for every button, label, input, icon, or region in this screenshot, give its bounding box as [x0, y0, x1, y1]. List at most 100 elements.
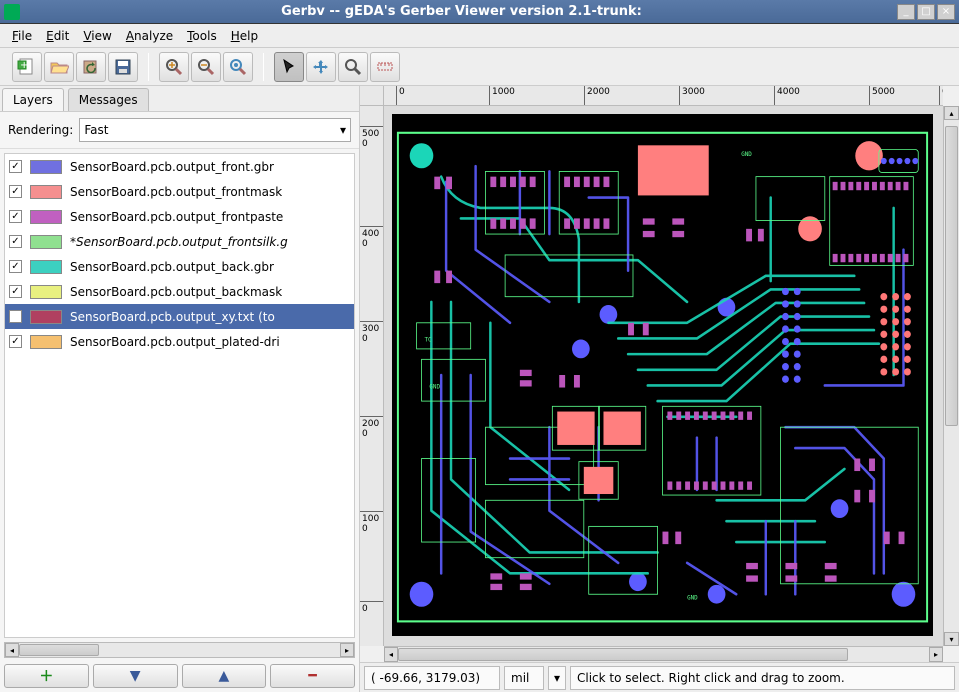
svg-text:GND: GND — [741, 151, 752, 158]
save-button[interactable] — [108, 52, 138, 82]
layer-checkbox[interactable]: ✓ — [9, 235, 22, 248]
rendering-value: Fast — [84, 123, 108, 137]
horizontal-scrollbar[interactable]: ◂ ▸ — [384, 646, 943, 662]
layer-checkbox[interactable]: ✓ — [9, 335, 22, 348]
scroll-right-arrow[interactable]: ▸ — [929, 647, 943, 662]
layer-down-button[interactable]: ▼ — [93, 664, 178, 688]
menu-file[interactable]: File — [6, 26, 38, 46]
layer-color-swatch[interactable] — [30, 210, 62, 224]
new-button[interactable]: + — [12, 52, 42, 82]
measure-icon — [375, 57, 395, 77]
revert-button[interactable] — [76, 52, 106, 82]
layer-color-swatch[interactable] — [30, 160, 62, 174]
zoom-icon — [343, 57, 363, 77]
canvas[interactable]: GND GND GND TC — [384, 106, 943, 646]
vertical-scrollbar[interactable]: ▴ ▾ — [943, 106, 959, 646]
layer-row[interactable]: ✓ SensorBoard.pcb.output_backmask — [5, 279, 354, 304]
menu-edit[interactable]: Edit — [40, 26, 75, 46]
layer-name-label: *SensorBoard.pcb.output_frontsilk.g — [70, 235, 288, 249]
menubar: File Edit View Analyze Tools Help — [0, 24, 959, 48]
layer-color-swatch[interactable] — [30, 260, 62, 274]
scroll-right-arrow[interactable]: ▸ — [340, 643, 354, 657]
layer-color-swatch[interactable] — [30, 185, 62, 199]
layer-checkbox[interactable]: ✓ — [9, 210, 22, 223]
vertical-ruler: 500040003000200010000 — [360, 106, 384, 646]
layer-color-swatch[interactable] — [30, 335, 62, 349]
layer-row[interactable]: SensorBoard.pcb.output_xy.txt (to — [5, 304, 354, 329]
zoom-fit-button[interactable] — [223, 52, 253, 82]
horizontal-ruler: 01000200030004000500060 — [384, 86, 943, 106]
layer-name-label: SensorBoard.pcb.output_frontmask — [70, 185, 282, 199]
layer-color-swatch[interactable] — [30, 235, 62, 249]
menu-help[interactable]: Help — [225, 26, 264, 46]
tab-layers[interactable]: Layers — [2, 88, 64, 111]
layer-list[interactable]: ✓ SensorBoard.pcb.output_front.gbr ✓ Sensor… — [4, 153, 355, 638]
measure-tool-button[interactable] — [370, 52, 400, 82]
layer-name-label: SensorBoard.pcb.output_plated-dri — [70, 335, 280, 349]
unit-dropdown[interactable]: ▾ — [548, 666, 566, 690]
menu-analyze[interactable]: Analyze — [120, 26, 179, 46]
menu-view[interactable]: View — [77, 26, 117, 46]
layer-checkbox[interactable]: ✓ — [9, 260, 22, 273]
revert-icon — [81, 57, 101, 77]
layer-row[interactable]: ✓ SensorBoard.pcb.output_frontmask — [5, 179, 354, 204]
scroll-up-arrow[interactable]: ▴ — [944, 106, 959, 120]
close-button[interactable]: × — [937, 4, 955, 20]
vscroll-thumb[interactable] — [945, 126, 958, 426]
toolbar: + — [0, 48, 959, 86]
pointer-icon — [279, 57, 299, 77]
ruler-corner — [360, 86, 384, 106]
menu-tools[interactable]: Tools — [181, 26, 223, 46]
svg-text:+: + — [20, 60, 28, 71]
rendering-label: Rendering: — [8, 123, 73, 137]
layer-up-button[interactable]: ▲ — [182, 664, 267, 688]
layer-row[interactable]: ✓ SensorBoard.pcb.output_plated-dri — [5, 329, 354, 354]
layer-color-swatch[interactable] — [30, 285, 62, 299]
layer-checkbox[interactable] — [9, 310, 22, 323]
layer-row[interactable]: ✓ *SensorBoard.pcb.output_frontsilk.g — [5, 229, 354, 254]
layer-checkbox[interactable]: ✓ — [9, 185, 22, 198]
zoom-in-button[interactable] — [159, 52, 189, 82]
maximize-button[interactable]: □ — [917, 4, 935, 20]
layer-checkbox[interactable]: ✓ — [9, 160, 22, 173]
sidebar: Layers Messages Rendering: Fast ▾ ✓ Senso… — [0, 86, 360, 692]
layer-name-label: SensorBoard.pcb.output_backmask — [70, 285, 282, 299]
svg-text:TC: TC — [424, 336, 431, 343]
zoom-fit-icon — [228, 57, 248, 77]
layer-name-label: SensorBoard.pcb.output_frontpaste — [70, 210, 283, 224]
layer-add-button[interactable]: ＋ — [4, 664, 89, 688]
status-unit[interactable]: mil — [504, 666, 544, 690]
folder-open-icon — [49, 57, 69, 77]
pcb-render: GND GND GND TC — [392, 114, 933, 636]
zoom-out-button[interactable] — [191, 52, 221, 82]
hscroll-thumb[interactable] — [398, 648, 848, 661]
titlebar: Gerbv -- gEDA's Gerber Viewer version 2.… — [0, 0, 959, 24]
save-icon — [113, 57, 133, 77]
scroll-down-arrow[interactable]: ▾ — [944, 632, 959, 646]
minimize-button[interactable]: _ — [897, 4, 915, 20]
pan-tool-button[interactable] — [306, 52, 336, 82]
tab-messages[interactable]: Messages — [68, 88, 149, 111]
layer-checkbox[interactable]: ✓ — [9, 285, 22, 298]
open-button[interactable] — [44, 52, 74, 82]
pointer-tool-button[interactable] — [274, 52, 304, 82]
statusbar: ( -69.66, 3179.03) mil ▾ Click to select… — [360, 662, 959, 692]
svg-text:GND: GND — [687, 594, 698, 601]
zoom-tool-button[interactable] — [338, 52, 368, 82]
scroll-left-arrow[interactable]: ◂ — [384, 647, 398, 662]
layer-remove-button[interactable]: ━ — [270, 664, 355, 688]
layer-row[interactable]: ✓ SensorBoard.pcb.output_back.gbr — [5, 254, 354, 279]
scroll-thumb[interactable] — [19, 644, 99, 656]
layer-name-label: SensorBoard.pcb.output_back.gbr — [70, 260, 274, 274]
app-icon — [4, 4, 20, 20]
layer-row[interactable]: ✓ SensorBoard.pcb.output_front.gbr — [5, 154, 354, 179]
scroll-left-arrow[interactable]: ◂ — [5, 643, 19, 657]
layer-name-label: SensorBoard.pcb.output_xy.txt (to — [70, 310, 275, 324]
layer-color-swatch[interactable] — [30, 310, 62, 324]
svg-text:GND: GND — [429, 383, 440, 390]
chevron-down-icon: ▾ — [340, 123, 346, 137]
rendering-select[interactable]: Fast ▾ — [79, 118, 351, 142]
sidebar-hscroll[interactable]: ◂ ▸ — [4, 642, 355, 658]
layer-row[interactable]: ✓ SensorBoard.pcb.output_frontpaste — [5, 204, 354, 229]
layer-name-label: SensorBoard.pcb.output_front.gbr — [70, 160, 274, 174]
